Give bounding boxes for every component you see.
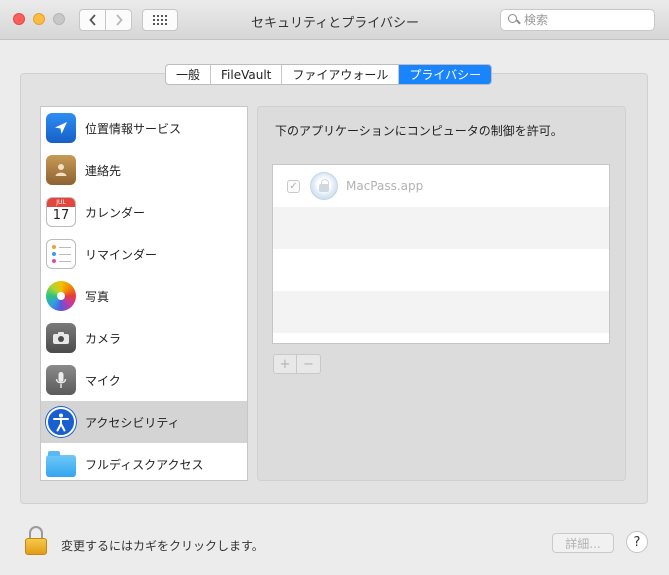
- contacts-icon: [46, 155, 76, 185]
- help-button[interactable]: ?: [626, 531, 648, 553]
- tab-general[interactable]: 一般: [166, 65, 212, 84]
- sidebar-item-contacts[interactable]: 連絡先: [41, 149, 247, 191]
- lock-status-text: 変更するにはカギをクリックします。: [61, 539, 264, 553]
- sidebar-item-label: フルディスクアクセス: [85, 457, 204, 472]
- folder-icon: [46, 449, 76, 479]
- tab-privacy[interactable]: プライバシー: [399, 65, 492, 84]
- chevron-right-icon: [115, 14, 123, 26]
- calendar-month: JUL: [47, 198, 75, 207]
- sidebar-item-photos[interactable]: 写真: [41, 275, 247, 317]
- sidebar-item-label: マイク: [85, 373, 121, 388]
- list-item: [273, 291, 609, 333]
- calendar-day: 17: [52, 208, 70, 223]
- list-item: [273, 207, 609, 249]
- app-row-macpass[interactable]: ✓ MacPass.app: [273, 165, 609, 207]
- app-list: ✓ MacPass.app: [272, 164, 610, 344]
- tab-filevault[interactable]: FileVault: [211, 65, 283, 84]
- sidebar-item-label: カメラ: [85, 331, 122, 346]
- app-enabled-checkbox[interactable]: ✓: [287, 179, 300, 193]
- macpass-app-icon: [310, 172, 338, 200]
- microphone-icon: [46, 365, 76, 395]
- accessibility-icon: [46, 407, 76, 437]
- sidebar-item-microphone[interactable]: マイク: [41, 359, 247, 401]
- calendar-icon: JUL 17: [46, 197, 76, 227]
- toolbar: セキュリティとプライバシー: [0, 0, 669, 40]
- preferences-window: セキュリティとプライバシー 一般 FileVault ファイアウォール プライバ…: [0, 0, 669, 575]
- grid-icon: [153, 15, 167, 25]
- search-field[interactable]: [500, 9, 655, 31]
- sidebar-item-label: アクセシビリティ: [85, 415, 180, 430]
- list-item: [273, 249, 609, 291]
- camera-icon: [46, 323, 76, 353]
- location-icon: [46, 113, 76, 143]
- close-window-button[interactable]: [13, 13, 25, 25]
- sidebar-item-label: 連絡先: [85, 163, 122, 178]
- list-item: [273, 333, 609, 343]
- sidebar-item-reminders[interactable]: リマインダー: [41, 233, 247, 275]
- show-all-button[interactable]: [142, 9, 178, 31]
- sidebar-item-location[interactable]: 位置情報サービス: [41, 107, 247, 149]
- tab-bar: 一般 FileVault ファイアウォール プライバシー: [165, 64, 493, 85]
- sidebar-item-accessibility[interactable]: アクセシビリティ: [41, 401, 247, 443]
- privacy-category-list: 位置情報サービス 連絡先 JUL 17 カレンダー リマインダー 写真 カメラ …: [40, 106, 248, 481]
- chevron-left-icon: [88, 14, 96, 26]
- sidebar-item-label: 位置情報サービス: [85, 121, 182, 136]
- maximize-window-button[interactable]: [53, 13, 65, 25]
- panel-description: 下のアプリケーションにコンピュータの制御を許可。: [275, 124, 563, 138]
- search-icon: [508, 14, 520, 26]
- lock-icon[interactable]: [25, 526, 47, 556]
- reminders-icon: [46, 239, 76, 269]
- search-input[interactable]: [524, 13, 644, 27]
- minimize-window-button[interactable]: [33, 13, 45, 25]
- app-name: MacPass.app: [346, 179, 424, 193]
- tab-firewall[interactable]: ファイアウォール: [282, 65, 400, 84]
- sidebar-item-label: カレンダー: [85, 205, 146, 220]
- details-button[interactable]: 詳細...: [552, 533, 614, 553]
- back-button[interactable]: [79, 9, 106, 31]
- sidebar-item-label: リマインダー: [85, 247, 158, 262]
- forward-button[interactable]: [105, 9, 132, 31]
- window-title: セキュリティとプライバシー: [251, 16, 419, 31]
- add-app-button[interactable]: +: [274, 355, 297, 373]
- sidebar-item-full-disk-access[interactable]: フルディスクアクセス: [41, 443, 247, 480]
- add-remove-buttons: + −: [273, 354, 321, 374]
- remove-app-button[interactable]: −: [297, 355, 320, 373]
- photos-icon: [46, 281, 76, 311]
- sidebar-item-calendar[interactable]: JUL 17 カレンダー: [41, 191, 247, 233]
- sidebar-item-camera[interactable]: カメラ: [41, 317, 247, 359]
- sidebar-item-label: 写真: [85, 289, 110, 304]
